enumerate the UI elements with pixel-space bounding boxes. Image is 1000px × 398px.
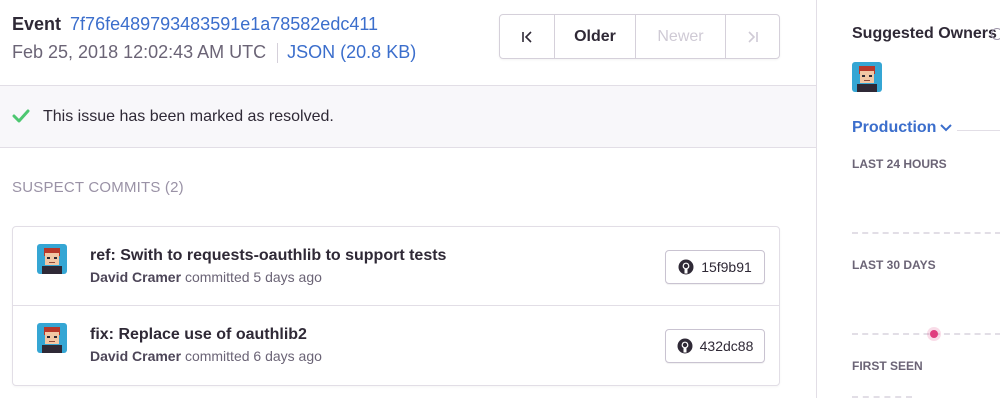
github-icon bbox=[678, 259, 694, 275]
event-date: Feb 25, 2018 12:02:43 AM UTC bbox=[12, 42, 267, 62]
commit-message[interactable]: ref: Swith to requests-oauthlib to suppo… bbox=[90, 247, 446, 265]
sparkline-30d bbox=[852, 333, 1000, 335]
event-pager: Older Newer bbox=[499, 14, 780, 59]
last-30-days-label: Last 30 Days bbox=[852, 258, 936, 272]
event-heading: Event 7f76fe489793483591e1a78582edc411 bbox=[12, 14, 378, 35]
commit-message[interactable]: fix: Replace use of oauthlib2 bbox=[90, 326, 307, 344]
event-meta: Feb 25, 2018 12:02:43 AM UTC JSON (20.8 … bbox=[12, 42, 416, 63]
commit-sha: 432dc88 bbox=[699, 338, 754, 354]
commit-sha: 15f9b91 bbox=[701, 259, 752, 275]
suspect-commits-title: Suspect Commits (2) bbox=[12, 179, 184, 196]
json-link[interactable]: JSON (20.8 KB) bbox=[287, 42, 416, 63]
sparkline-24h bbox=[852, 232, 1000, 234]
sparkline-point[interactable] bbox=[930, 330, 938, 338]
divider bbox=[957, 130, 1000, 131]
event-sidebar: Suggested Owners Production Last 24 Hour… bbox=[816, 0, 1000, 398]
commit-meta: David Cramer committed 6 days ago bbox=[90, 348, 322, 364]
resolved-banner: This issue has been marked as resolved. bbox=[0, 85, 816, 148]
first-seen-label: First Seen bbox=[852, 359, 923, 373]
commit-time: committed 5 days ago bbox=[184, 269, 322, 285]
event-label: Event bbox=[12, 14, 62, 34]
check-icon bbox=[12, 109, 30, 123]
commit-author: David Cramer bbox=[90, 269, 182, 285]
environment-dropdown[interactable]: Production bbox=[852, 119, 953, 137]
event-id-link[interactable]: 7f76fe489793483591e1a78582edc411 bbox=[70, 14, 378, 34]
suggested-owners-title: Suggested Owners bbox=[852, 25, 997, 42]
commit-time: committed 6 days ago bbox=[184, 348, 322, 364]
older-button[interactable]: Older bbox=[555, 15, 636, 58]
first-event-button[interactable] bbox=[500, 15, 555, 58]
environment-label: Production bbox=[852, 119, 937, 136]
commit-sha-button[interactable]: 432dc88 bbox=[665, 329, 765, 363]
suspect-commits-list: ref: Swith to requests-oauthlib to suppo… bbox=[12, 226, 780, 386]
first-page-icon bbox=[522, 30, 532, 43]
avatar bbox=[37, 323, 67, 353]
owner-avatar[interactable] bbox=[852, 62, 882, 92]
chevron-down-icon bbox=[940, 124, 953, 132]
event-main-panel: Event 7f76fe489793483591e1a78582edc411 F… bbox=[0, 0, 816, 398]
commit-row: ref: Swith to requests-oauthlib to suppo… bbox=[13, 227, 779, 306]
commit-meta: David Cramer committed 5 days ago bbox=[90, 269, 322, 285]
commit-row: fix: Replace use of oauthlib2 David Cram… bbox=[13, 306, 779, 384]
commit-sha-button[interactable]: 15f9b91 bbox=[665, 250, 765, 284]
resolved-message: This issue has been marked as resolved. bbox=[43, 108, 334, 125]
newer-button[interactable]: Newer bbox=[636, 15, 726, 58]
last-24-hours-label: Last 24 Hours bbox=[852, 157, 947, 171]
github-icon bbox=[677, 338, 693, 354]
last-page-icon bbox=[747, 30, 758, 43]
last-event-button[interactable] bbox=[726, 15, 779, 58]
help-icon[interactable] bbox=[991, 28, 1000, 40]
meta-divider bbox=[277, 42, 279, 63]
avatar bbox=[37, 244, 67, 274]
commit-author: David Cramer bbox=[90, 348, 182, 364]
